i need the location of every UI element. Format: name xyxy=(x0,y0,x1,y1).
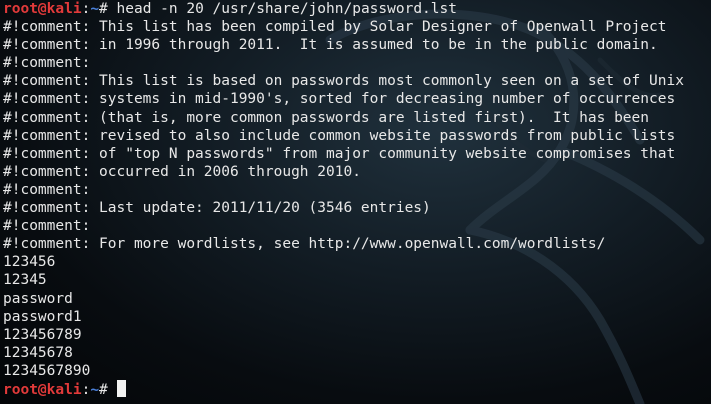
prompt-path: ~ xyxy=(90,381,100,398)
prompt-symbol: # xyxy=(99,1,117,17)
command-line: root@kali:~# head -n 20 /usr/share/john/… xyxy=(3,0,711,18)
output-line: #!comment: (that is, more common passwor… xyxy=(3,109,650,126)
output-line: #!comment: systems in mid-1990's, sorted… xyxy=(3,91,676,108)
output-line: 12345 xyxy=(3,272,47,289)
output-line: #!comment: occurred in 2006 through 2010… xyxy=(3,163,361,180)
output-line: #!comment: xyxy=(3,218,91,235)
output-line: #!comment: in 1996 through 2011. It is a… xyxy=(3,37,658,54)
terminal-output: root@kali:~# head -n 20 /usr/share/john/… xyxy=(3,0,711,398)
command-text: head -n 20 /usr/share/john/password.lst xyxy=(116,1,457,17)
prompt-separator: : xyxy=(81,381,91,398)
output-line: #!comment: of "top N passwords" from maj… xyxy=(3,145,676,162)
current-prompt-line[interactable]: root@kali:~# xyxy=(3,379,711,398)
output-line: password1 xyxy=(3,308,82,325)
prompt-path: ~ xyxy=(90,1,100,17)
output-line: #!comment: revised to also include commo… xyxy=(3,127,676,144)
output-line: password xyxy=(3,290,73,307)
prompt-separator: : xyxy=(81,1,91,17)
terminal-window[interactable]: root@kali:~# head -n 20 /usr/share/john/… xyxy=(0,0,711,404)
prompt-user-host: root@kali xyxy=(3,1,82,17)
output-line: #!comment: Last update: 2011/11/20 (3546… xyxy=(3,200,431,217)
output-line: #!comment: This list has been compiled b… xyxy=(3,19,667,36)
output-line: 123456789 xyxy=(3,326,82,343)
text-cursor[interactable] xyxy=(116,379,126,397)
prompt-user-host: root@kali xyxy=(3,381,82,398)
output-line: #!comment: xyxy=(3,181,91,198)
output-line: 123456 xyxy=(3,254,56,271)
output-line: #!comment: For more wordlists, see http:… xyxy=(3,236,606,253)
output-line: 12345678 xyxy=(3,344,73,361)
output-line: 1234567890 xyxy=(3,362,91,379)
output-line: #!comment: xyxy=(3,55,91,72)
output-line: #!comment: This list is based on passwor… xyxy=(3,73,684,90)
prompt-symbol: # xyxy=(99,381,117,398)
